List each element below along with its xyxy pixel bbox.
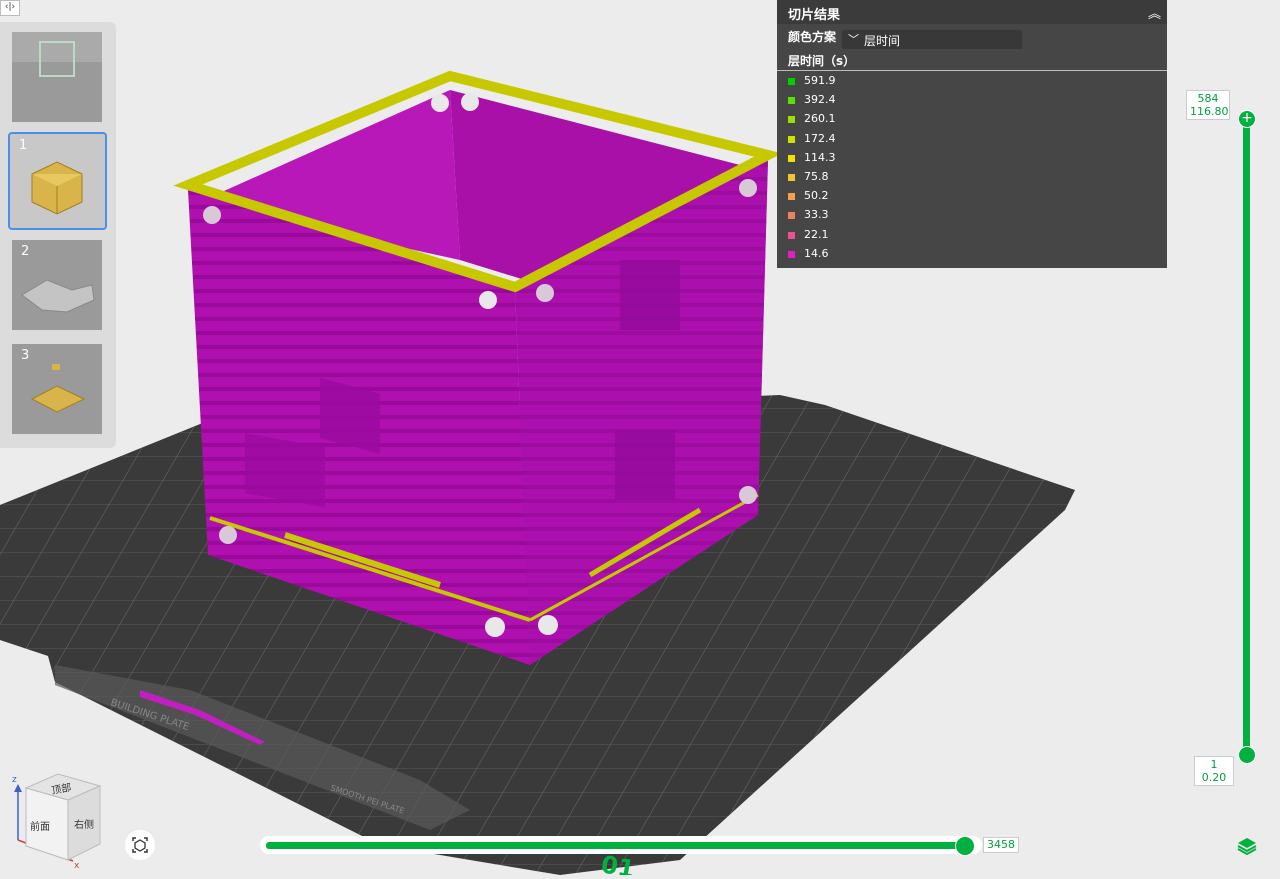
move-slider-value: 3458 [983, 837, 1019, 853]
legend-value: 591.9 [804, 74, 836, 87]
divider [777, 70, 1167, 71]
flat-part-thumbnail-icon [30, 364, 86, 413]
legend-value: 14.6 [804, 246, 829, 260]
plate-thumbnail-2[interactable]: 2 [12, 240, 102, 330]
hex-parts-thumbnail-icon [21, 279, 95, 313]
legend-swatch [788, 154, 795, 162]
legend-swatch [788, 78, 795, 85]
legend-swatch [788, 135, 795, 143]
bottom-layer-number: 1 [1210, 758, 1218, 771]
layer-range-slider[interactable]: 584 116.80 + 1 0.20 [1180, 88, 1256, 788]
top-layer-number: 584 [1197, 92, 1219, 105]
move-slider-track[interactable] [266, 842, 966, 849]
legend-swatch [788, 212, 795, 220]
color-scheme-dropdown[interactable]: ﹀ 层时间 [842, 30, 1022, 49]
top-layer-height: 116.80 [1190, 105, 1229, 118]
color-scheme-value: 层时间 [864, 34, 901, 48]
top-layer-handle[interactable]: + [1238, 110, 1256, 128]
bottom-layer-height: 0.20 [1201, 771, 1227, 784]
chevron-down-icon: ﹀ [848, 33, 859, 46]
cube-right-label: 右侧 [74, 818, 94, 831]
legend-swatch [788, 231, 795, 239]
top-layer-label: 584 116.80 [1186, 90, 1230, 120]
plate-preview-icon [12, 32, 102, 77]
code-panel-icon: ‹|› [4, 2, 16, 12]
gcode-move-slider[interactable]: 3458 [258, 832, 1028, 860]
plus-icon: + [1241, 110, 1253, 126]
legend-value: 75.8 [804, 169, 829, 183]
legend-value: 33.3 [804, 208, 829, 222]
legend-swatch [788, 193, 795, 201]
move-slider-handle[interactable] [955, 836, 975, 856]
legend-value: 392.4 [804, 93, 836, 107]
bottom-layer-handle[interactable] [1238, 746, 1256, 764]
slice-results-panel: 切片结果 ︽ 颜色方案 ﹀ 层时间 层时间（s） 591.9 392.4 260.1… [777, 0, 1167, 268]
layers-icon[interactable] [1236, 835, 1258, 857]
plate-thumbnail-all[interactable] [12, 32, 102, 122]
legend-value: 114.3 [804, 150, 836, 164]
x-axis-label: x [74, 861, 80, 871]
legend-swatch [788, 250, 795, 258]
cube-front-label: 前面 [30, 820, 50, 833]
plate-list-sidebar: 1 2 3 [0, 22, 116, 448]
layer-slider-track[interactable] [1243, 118, 1250, 754]
legend-value: 172.4 [804, 131, 836, 145]
bottom-layer-label: 1 0.20 [1194, 756, 1234, 786]
color-scheme-label: 颜色方案 [788, 30, 837, 44]
fit-view-icon [132, 837, 148, 853]
plate-thumbnail-1[interactable]: 1 [8, 132, 107, 230]
z-axis-label: z [12, 775, 17, 785]
panel-header: 切片结果 ︽ [777, 0, 1167, 24]
double-chevron-up-icon[interactable]: ︽ [1148, 3, 1161, 22]
legend-value: 50.2 [804, 189, 829, 203]
view-cube[interactable]: z x 顶部 前面 右侧 [8, 768, 108, 872]
legend-swatch [788, 116, 795, 124]
sidebar-toggle-button[interactable]: ‹|› [0, 0, 20, 16]
cube-model-thumbnail-icon [31, 161, 83, 215]
legend-swatch [788, 97, 795, 105]
legend-title: 层时间（s） [788, 54, 856, 68]
fit-view-button[interactable] [125, 830, 155, 860]
plate-thumbnail-3[interactable]: 3 [12, 344, 102, 434]
panel-title: 切片结果 [788, 8, 841, 23]
legend-swatch [788, 173, 795, 181]
legend-value: 22.1 [804, 227, 829, 241]
legend-value: 260.1 [804, 112, 836, 126]
